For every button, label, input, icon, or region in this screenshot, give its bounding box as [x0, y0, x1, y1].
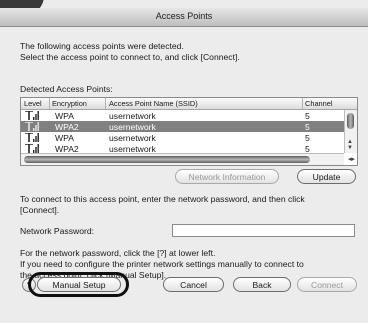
connect-button[interactable]: Connect — [297, 277, 357, 292]
cancel-button[interactable]: Cancel — [163, 277, 224, 292]
horizontal-scroll-thumb[interactable] — [24, 156, 310, 163]
signal-strength-icon — [25, 133, 39, 142]
manual-setup-highlight-ring — [28, 272, 129, 297]
row-encryption: WPA2 — [55, 122, 79, 132]
signal-strength-icon — [25, 122, 39, 131]
row-ssid: usernetwork — [109, 122, 156, 132]
column-header-level[interactable]: Level — [24, 99, 42, 108]
row-channel: 5 — [305, 133, 310, 143]
network-password-label: Network Password: — [20, 226, 95, 236]
scroll-arrows-icon[interactable]: ▲ ▼ — [347, 139, 353, 151]
table-row[interactable]: WPA usernetwork 5 — [21, 132, 344, 143]
help-text-line1: For the network password, click the [?] … — [20, 248, 216, 258]
row-channel: 5 — [305, 111, 310, 121]
access-points-dialog: Access Points The following access point… — [0, 0, 368, 323]
row-channel: 5 — [305, 122, 310, 132]
column-header-encryption[interactable]: Encryption — [52, 99, 87, 108]
row-encryption: WPA — [55, 133, 74, 143]
network-password-field[interactable] — [172, 224, 355, 237]
connect-instructions-line2: [Connect]. — [20, 205, 60, 215]
window-title: Access Points — [155, 11, 213, 21]
vertical-scrollbar[interactable]: ▲ ▼ — [344, 110, 357, 153]
access-points-caption: Detected Access Points: — [20, 84, 113, 94]
horizontal-scrollbar[interactable]: ◂▸ — [21, 153, 355, 165]
column-header-ssid[interactable]: Access Point Name (SSID) — [109, 99, 198, 108]
signal-strength-icon — [25, 111, 39, 120]
access-point-list[interactable]: Level Encryption Access Point Name (SSID… — [20, 97, 358, 166]
connect-instructions-line1: To connect to this access point, enter t… — [20, 194, 305, 204]
table-row[interactable]: WPA usernetwork 5 — [21, 110, 344, 121]
intro-text-line2: Select the access point to connect to, a… — [20, 52, 240, 62]
row-ssid: usernetwork — [109, 111, 156, 121]
row-ssid: usernetwork — [109, 133, 156, 143]
signal-strength-icon — [25, 144, 39, 153]
vertical-scroll-thumb[interactable] — [347, 113, 354, 129]
list-header: Level Encryption Access Point Name (SSID… — [21, 98, 357, 110]
row-encryption: WPA — [55, 111, 74, 121]
intro-text-line1: The following access points were detecte… — [20, 41, 184, 51]
update-button[interactable]: Update — [297, 169, 356, 184]
scroll-left-right-icon[interactable]: ◂▸ — [348, 155, 355, 164]
network-information-button[interactable]: Network Information — [175, 169, 279, 184]
table-row-selected[interactable]: WPA2 usernetwork 5 — [21, 121, 344, 132]
back-button[interactable]: Back — [233, 277, 291, 292]
column-header-channel[interactable]: Channel — [305, 99, 333, 108]
help-text-line2: If you need to configure the printer net… — [20, 259, 304, 269]
title-bar: Access Points — [0, 8, 368, 27]
